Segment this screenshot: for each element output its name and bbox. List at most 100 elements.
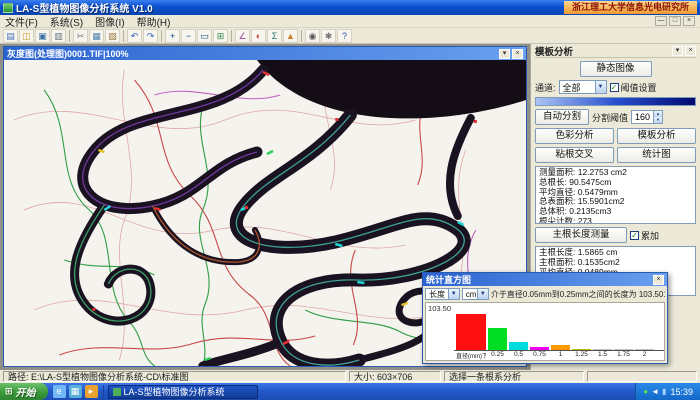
histogram-bar [593,349,612,350]
show-desktop-icon[interactable]: ▦ [69,385,82,398]
zoom-in-icon[interactable]: + [165,29,180,43]
segment-threshold-value: 160 [632,111,653,123]
x-tick-label: 1.25 [572,351,591,360]
x-tick-label: 0.5 [509,351,528,360]
analyze-icon[interactable]: Σ [267,29,282,43]
status-image-size: 大小: 603×706 [349,371,441,382]
unit-select[interactable]: cm ▼ [462,288,489,300]
histogram-bar [635,349,654,350]
chart-icon[interactable]: ▲ [283,29,298,43]
histogram-titlebar[interactable]: 统计直方图 × [423,273,667,286]
mdi-minimize-button[interactable]: — [655,16,667,26]
taskbar-app-button[interactable]: LA-S型植物图像分析系统 [108,385,258,399]
histogram-bar [530,347,549,350]
grid-icon[interactable]: ⊞ [213,29,228,43]
measure-icon[interactable]: ∠ [235,29,250,43]
antivirus-tray-icon[interactable]: ● [643,388,648,396]
threshold-checkbox[interactable]: ✓ 阈值设置 [610,81,657,94]
mdi-window-controls: — □ × [655,16,695,26]
media-player-icon[interactable]: ▸ [85,385,98,398]
histogram-bar [614,349,633,350]
settings-icon[interactable]: ✱ [321,29,336,43]
chevron-down-icon[interactable]: ▼ [595,81,606,93]
copy-icon[interactable]: ▦ [89,29,104,43]
panel-close-button[interactable]: × [685,46,696,56]
accumulate-checkbox-label: 累加 [641,229,659,242]
spinner-down-icon[interactable]: ▼ [654,117,662,123]
main-toolbar: ▤◫▣▥ ✂▦▧ ↶↷ +−▭⊞ ∠◐Σ▲ ◉✱? [0,28,700,44]
root-cross-button[interactable]: 粘根交叉 [535,147,614,163]
ie-icon[interactable]: e [53,385,66,398]
start-button[interactable]: ⊞ 开始 [0,383,48,400]
panel-pin-button[interactable]: ▾ [672,46,683,56]
histogram-info-text: 介于直径0.05mm到0.25mm之间的长度为 103.5016 [491,289,665,300]
new-icon[interactable]: ▤ [3,29,18,43]
open-icon[interactable]: ◫ [19,29,34,43]
paste-icon[interactable]: ▧ [105,29,120,43]
image-window-minimize-button[interactable]: ▾ [499,49,510,59]
fit-view-icon[interactable]: ▭ [197,29,212,43]
accumulate-checkbox[interactable]: ✓ 累加 [630,229,659,242]
static-image-button[interactable]: 静态图像 [580,61,652,77]
save-icon[interactable]: ▣ [35,29,50,43]
menu-bar: 文件(F) 系统(S) 图像(I) 帮助(H) — □ × [0,15,700,28]
metric-value: 长度 [429,289,445,300]
histogram-title: 统计直方图 [426,273,651,286]
histogram-bar [551,345,570,350]
menu-item[interactable]: 文件(F) [5,14,38,29]
taskbar-app-label: LA-S型植物图像分析系统 [124,385,225,398]
image-window-titlebar[interactable]: 灰度图(处理图)0001.TIF|100% ▾ × [4,47,526,60]
clock[interactable]: 15:39 [670,387,693,397]
image-window-close-button[interactable]: × [512,49,523,59]
y-axis-max-label: 103.50 [426,303,454,360]
menu-item[interactable]: 图像(I) [95,14,124,29]
channel-label: 通道: [535,81,556,94]
toolbar-separator [123,30,124,42]
histogram-window: 统计直方图 × 长度 ▼ cm ▼ 介于直径0.05mm到0.25mm之间的长度… [422,272,668,364]
metric-select[interactable]: 长度 ▼ [425,288,460,300]
menu-item[interactable]: 帮助(H) [137,14,171,29]
histogram-close-button[interactable]: × [653,275,664,285]
main-root-measure-button[interactable]: 主根长度测量 [535,227,627,243]
histogram-bar [488,328,507,350]
menu-item[interactable]: 系统(S) [50,14,83,29]
spinner-arrows[interactable]: ▲▼ [653,111,662,123]
overall-results-box: 测量面积: 12.2753 cm2总根长: 90.5475cm平均直径: 0.5… [535,166,696,224]
color-analysis-button[interactable]: 色彩分析 [535,128,614,144]
histogram-bars [454,304,664,351]
histogram-bar [509,342,528,350]
windows-flag-icon: ⊞ [5,386,13,397]
histogram-controls: 长度 ▼ cm ▼ 介于直径0.05mm到0.25mm之间的长度为 103.50… [423,286,667,302]
status-hint: 选择一条根系分析 [444,371,584,382]
mdi-restore-button[interactable]: □ [669,16,681,26]
redo-icon[interactable]: ↷ [143,29,158,43]
chevron-down-icon[interactable]: ▼ [448,289,459,299]
help-icon[interactable]: ? [337,29,352,43]
network-tray-icon[interactable]: ▮ [662,388,666,396]
x-tick-label: 2 [635,351,654,360]
institution-badge: 浙江理工大学信息光电研究所 [564,1,697,14]
toolbar-separator [69,30,70,42]
x-tick-label: 1 [551,351,570,360]
mdi-close-button[interactable]: × [683,16,695,26]
channel-value: 全部 [563,81,581,94]
zoom-out-icon[interactable]: − [181,29,196,43]
print-icon[interactable]: ▥ [51,29,66,43]
undo-icon[interactable]: ↶ [127,29,142,43]
taskbar: ⊞ 开始 e▦▸ LA-S型植物图像分析系统 ●◄▮ 15:39 [0,383,700,400]
histogram-plot: 103.50 直径(mm)下限0.250.50.7511.251.51.752 [425,302,665,361]
color-icon[interactable]: ◐ [251,29,266,43]
auto-segment-button[interactable]: 自动分割 [535,109,589,125]
threshold-gradient-slider[interactable] [535,97,696,106]
volume-tray-icon[interactable]: ◄ [651,388,659,396]
stat-chart-button[interactable]: 统计图 [617,147,696,163]
chevron-down-icon[interactable]: ▼ [477,289,488,299]
template-analysis-button[interactable]: 模板分析 [617,128,696,144]
camera-icon[interactable]: ◉ [305,29,320,43]
segment-threshold-spinner[interactable]: 160 ▲▼ [631,110,663,124]
cut-icon[interactable]: ✂ [73,29,88,43]
channel-select[interactable]: 全部 ▼ [559,80,607,94]
threshold-checkbox-label: 阈值设置 [621,81,657,94]
app-icon [3,3,13,13]
status-empty-field [587,371,697,382]
